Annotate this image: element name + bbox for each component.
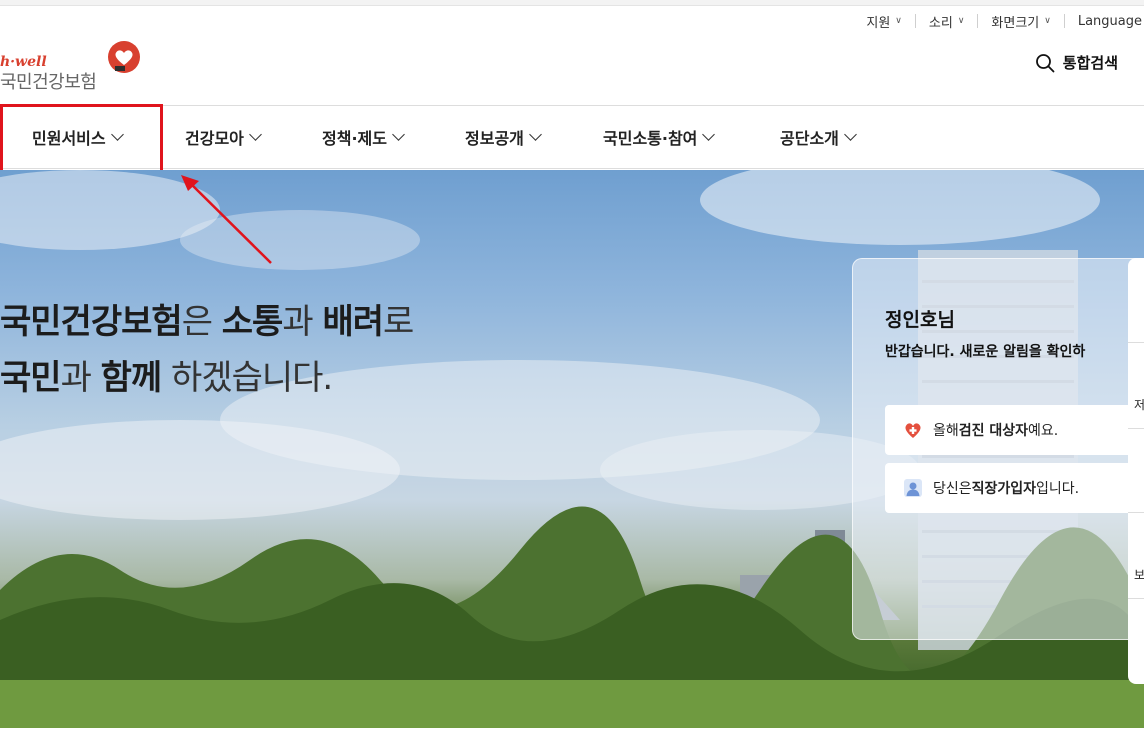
sound-menu[interactable]: 소리 ∨ [916,12,978,31]
user-info-panel: 정인호님 반갑습니다. 새로운 알림을 확인하 올해 검진 대상자 예요. 당신은… [852,258,1144,640]
search-label: 통합검색 [1062,54,1118,72]
hero-text: 함께 [100,358,163,398]
hero-text: 소통 [221,302,284,342]
medical-heart-icon [903,420,923,440]
nav-label: 정책·제도 [322,129,387,148]
chevron-down-icon [844,128,857,141]
chevron-down-icon [110,128,124,141]
user-name: 정인호님 [885,309,955,331]
utility-bar: 지원 ∨ 소리 ∨ 화면크기 ∨ Language [853,10,1144,32]
support-menu[interactable]: 지원 ∨ [853,12,915,31]
chevron-down-icon: ∨ [957,16,965,26]
subscriber-notice-card[interactable]: 당신은 직장가입자 입니다. [885,463,1135,513]
hero-text: 과 [60,358,101,398]
screen-size-menu[interactable]: 화면크기 ∨ [978,12,1063,31]
hero-line-1: 국민건강보험은 소통과 배려로 [0,294,414,350]
chevron-down-icon [702,128,716,141]
heart-logo-icon [108,41,140,73]
nav-label: 민원서비스 [32,129,106,148]
hero-text: 과 [282,302,323,342]
nav-item-civil-service[interactable]: 민원서비스 [32,106,124,168]
side-label: 저 [1134,398,1144,412]
divider [1128,598,1144,599]
card-text-bold: 검진 대상자 [958,423,1029,439]
hero-text: 하겠습니다. [161,358,333,398]
search-icon [1035,53,1055,72]
hero-title: 국민건강보험은 소통과 배려로 국민과 함께 하겠습니다. [0,294,414,406]
checkup-notice-card[interactable]: 올해 검진 대상자 예요. [885,405,1135,455]
hero-text: 국민건강보험 [0,302,183,342]
integrated-search-button[interactable]: 통합검색 [1035,52,1118,73]
chevron-down-icon [392,128,405,141]
support-label: 지원 [866,15,891,31]
main-nav: 민원서비스 건강모아 정책·제도 정보공개 국민소통·참여 공단소개 [0,105,1144,169]
sound-label: 소리 [928,15,953,31]
language-menu[interactable]: Language [1065,14,1144,29]
side-label: 보 [1134,568,1144,582]
nav-item-communication[interactable]: 국민소통·참여 [603,106,716,168]
nav-label: 국민소통·참여 [603,129,698,148]
nav-item-about[interactable]: 공단소개 [780,106,857,168]
hero-text: 배려 [322,302,384,342]
divider [1128,428,1144,429]
hero-line-2: 국민과 함께 하겠습니다. [0,350,413,406]
hero-text: 로 [383,302,414,342]
screen-size-label: 화면크기 [991,15,1040,31]
user-icon [903,478,923,498]
hero-text: 국민 [0,358,62,398]
side-panel[interactable]: 저 보 [1128,258,1144,684]
nav-item-health[interactable]: 건강모아 [185,106,262,168]
nav-label: 정보공개 [465,129,524,148]
nav-item-disclosure[interactable]: 정보공개 [465,106,542,168]
hero-text: 은 [181,302,222,342]
logo-name: 국민건강보험 [0,72,97,93]
nav-item-policy[interactable]: 정책·제도 [322,106,405,168]
card-text: 예요. [1028,423,1059,439]
nav-label: 건강모아 [185,129,244,148]
chevron-down-icon: ∨ [1044,16,1051,26]
chevron-down-icon [529,128,542,141]
nav-label: 공단소개 [780,129,839,148]
chevron-down-icon [249,128,262,141]
greeting-text: 반갑습니다. 새로운 알림을 확인하 [885,344,1086,360]
top-border [0,0,1144,6]
chevron-down-icon: ∨ [895,16,902,26]
card-text: 입니다. [1036,481,1080,497]
card-text-bold: 직장가입자 [971,481,1037,497]
divider [1128,342,1144,343]
nhis-logo[interactable]: h·well 국민건강보험 [0,40,150,93]
card-text: 당신은 [933,481,972,497]
divider [1128,512,1144,513]
bottom-strip [0,728,1144,739]
language-label: Language [1077,13,1142,29]
card-text: 올해 [933,423,959,439]
